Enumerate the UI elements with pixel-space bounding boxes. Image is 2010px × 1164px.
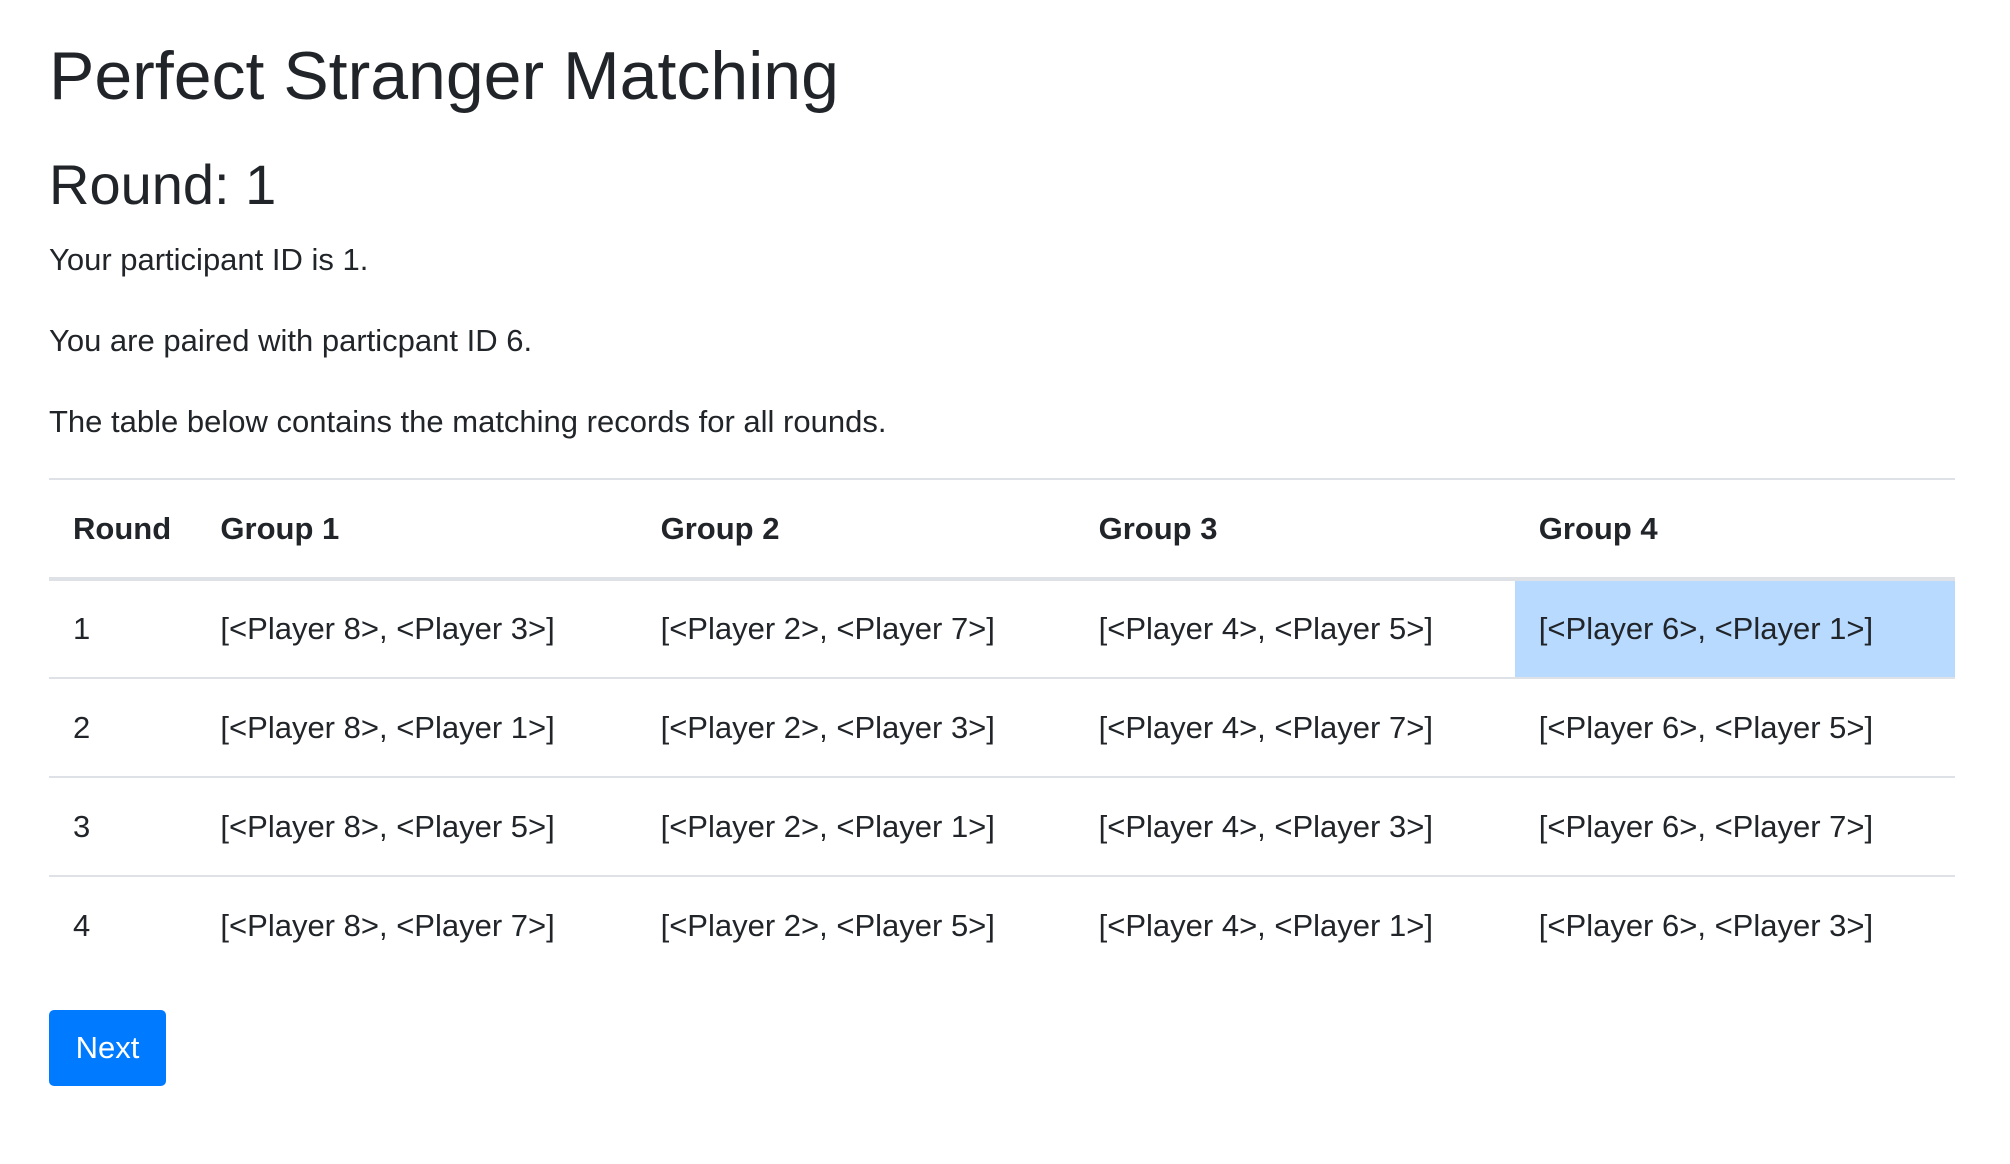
highlighted-own-group-cell: [<Player 6>, <Player 1>]: [1514, 579, 1955, 678]
group-cell: [<Player 2>, <Player 3>]: [636, 677, 1075, 777]
table-intro-text: The table below contains the matching re…: [49, 404, 887, 439]
header-round: Round: [49, 478, 197, 581]
group-cell: [<Player 8>, <Player 7>]: [196, 875, 637, 975]
table-header-row: Round Group 1 Group 2 Group 3 Group 4: [49, 478, 1955, 581]
group-cell: [<Player 2>, <Player 7>]: [660, 611, 995, 646]
group-cell: [<Player 8>, <Player 3>]: [220, 611, 555, 646]
group-cell: [<Player 6>, <Player 5>]: [1514, 677, 1955, 777]
group-cell: [<Player 4>, <Player 3>]: [1074, 776, 1515, 876]
table-row: 4 [<Player 8>, <Player 7>] [<Player 2>, …: [49, 875, 1955, 975]
group-cell: [<Player 4>, <Player 7>]: [1074, 677, 1515, 777]
group-cell: [<Player 2>, <Player 1>]: [636, 776, 1075, 876]
round-cell: 4: [49, 875, 197, 975]
group-cell: [<Player 8>, <Player 5>]: [196, 776, 637, 876]
group-cell: [<Player 2>, <Player 5>]: [636, 875, 1075, 975]
round-cell: 2: [49, 677, 197, 777]
table-row: 2 [<Player 8>, <Player 1>] [<Player 2>, …: [49, 677, 1955, 777]
next-button[interactable]: Next: [49, 1010, 166, 1086]
matching-table: Round Group 1 Group 2 Group 3 Group 4 1 …: [49, 478, 1955, 975]
header-group-4: Group 4: [1514, 478, 1955, 581]
round-heading: Round: 1: [49, 153, 277, 216]
round-cell: 1: [73, 611, 91, 646]
header-group-1: Group 1: [196, 478, 637, 581]
page-title: Perfect Stranger Matching: [49, 38, 839, 114]
header-group-3: Group 3: [1074, 478, 1515, 581]
group-cell: [<Player 4>, <Player 5>]: [1098, 611, 1433, 646]
paired-participant-text: You are paired with particpant ID 6.: [49, 323, 533, 358]
table-row: 1 [<Player 8>, <Player 3>] [<Player 2>, …: [49, 579, 1955, 678]
participant-id-text: Your participant ID is 1.: [49, 242, 369, 277]
group-cell: [<Player 6>, <Player 7>]: [1514, 776, 1955, 876]
header-group-2: Group 2: [636, 478, 1075, 581]
round-cell: 3: [49, 776, 197, 876]
table-row: 3 [<Player 8>, <Player 5>] [<Player 2>, …: [49, 776, 1955, 876]
group-cell: [<Player 8>, <Player 1>]: [196, 677, 637, 777]
group-cell: [<Player 4>, <Player 1>]: [1074, 875, 1515, 975]
group-cell: [<Player 6>, <Player 3>]: [1514, 875, 1955, 975]
